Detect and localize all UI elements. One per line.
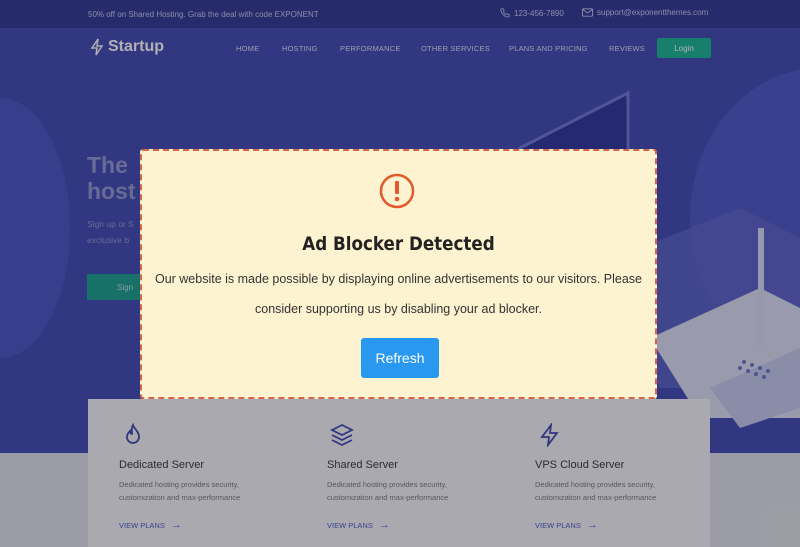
- modal-message: Our website is made possible by displayi…: [154, 272, 643, 316]
- modal-title: Ad Blocker Detected: [302, 233, 495, 255]
- refresh-button[interactable]: Refresh: [361, 338, 439, 378]
- exclamation-icon: [379, 173, 415, 209]
- ad-blocker-modal: Ad Blocker Detected Our website is made …: [140, 149, 657, 399]
